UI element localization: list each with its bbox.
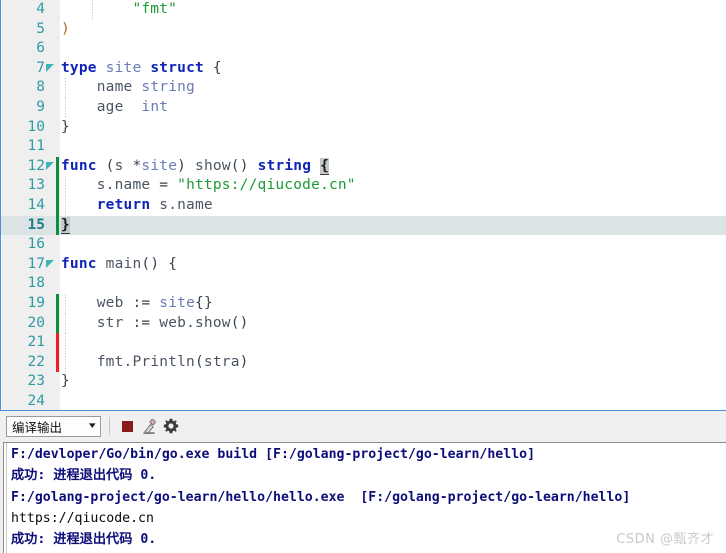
line-number: 7 [36, 59, 45, 76]
code-lines: 4 "fmt" 5 ) 6 7 type site struct {8 nam… [1, 0, 726, 410]
code-fold-triangle-icon[interactable] [46, 161, 54, 170]
code-line-text: type site struct { [61, 59, 222, 76]
code-line[interactable]: 17 func main() { [1, 255, 726, 275]
line-number: 5 [36, 20, 45, 37]
code-line[interactable]: 20 str := web.show() [1, 313, 726, 334]
code-line-text: } [61, 216, 70, 234]
vcs-change-marker-added[interactable] [56, 176, 59, 196]
eraser-icon [143, 418, 156, 434]
line-number: 22 [27, 353, 45, 370]
line-number: 13 [27, 177, 45, 194]
code-line[interactable]: 5 ) [1, 20, 726, 40]
line-number: 4 [36, 1, 45, 17]
code-line-text: str := web.show() [96, 314, 249, 331]
indent-guide [65, 333, 66, 353]
console-line: 成功: 进程退出代码 0. [11, 468, 157, 484]
vcs-change-marker-added[interactable] [56, 195, 59, 216]
code-editor-panel[interactable]: 4 "fmt" 5 ) 6 7 type site struct {8 nam… [0, 0, 726, 411]
line-number: 8 [36, 79, 45, 96]
code-line-text: "fmt" [61, 1, 178, 17]
vcs-change-marker-added[interactable] [56, 156, 59, 177]
code-line-text: fmt.Println(stra) [96, 353, 249, 370]
line-number: 11 [27, 138, 45, 155]
code-line-text: name string [96, 79, 195, 96]
line-number: 19 [27, 294, 45, 311]
code-line[interactable]: 19 web := site{} [1, 293, 726, 314]
code-line[interactable]: 7 type site struct { [1, 59, 726, 79]
line-number: 9 [36, 98, 45, 115]
settings-button[interactable] [160, 415, 182, 437]
code-fold-triangle-icon[interactable] [46, 259, 54, 268]
code-line[interactable]: 9 age int [1, 97, 726, 118]
code-line-text: } [61, 118, 70, 135]
line-number: 14 [27, 196, 45, 213]
console-line: https://qiucode.cn [11, 510, 154, 526]
line-number: 10 [27, 118, 45, 135]
line-number: 24 [27, 392, 45, 409]
code-line-text: age int [96, 98, 169, 115]
console-line: F:/devloper/Go/bin/go.exe build [F:/gola… [11, 447, 536, 462]
code-line[interactable]: 14 return s.name [1, 195, 726, 216]
clear-button[interactable] [138, 415, 160, 437]
line-number: 15 [27, 216, 45, 233]
line-number: 16 [27, 236, 45, 253]
code-fold-triangle-icon[interactable] [46, 63, 54, 72]
code-line[interactable]: 8 name string [1, 78, 726, 98]
code-line-text: func main() { [61, 255, 178, 272]
output-toolbar: 编译输出 ▾ [0, 411, 726, 441]
output-source-value: 编译输出 [12, 419, 63, 435]
line-number: 17 [27, 255, 45, 272]
code-line[interactable]: 24 [1, 392, 726, 410]
code-line[interactable]: 10 } [1, 118, 726, 138]
output-panel: 编译输出 ▾ F:/devloper/Go/bin/go.exe build [… [0, 411, 726, 553]
console-line: 成功: 进程退出代码 0. [11, 532, 157, 548]
line-number: 21 [27, 334, 45, 351]
console-output[interactable]: F:/devloper/Go/bin/go.exe build [F:/gola… [3, 442, 726, 553]
vcs-change-marker-modified[interactable] [56, 352, 59, 373]
line-number: 6 [36, 40, 45, 57]
code-line[interactable]: 4 "fmt" [1, 0, 726, 20]
code-line-text: s.name = "https://qiucode.cn" [96, 177, 356, 194]
chevron-down-icon: ▾ [89, 421, 97, 431]
code-line[interactable]: 21 [1, 333, 726, 353]
code-line-text: func (s *site) show() string { [61, 157, 330, 175]
code-line[interactable]: 13 s.name = "https://qiucode.cn" [1, 176, 726, 196]
code-line[interactable]: 6 [1, 39, 726, 59]
line-number: 23 [27, 373, 45, 390]
code-line[interactable]: 22 fmt.Println(stra) [1, 352, 726, 373]
code-line[interactable]: 11 [1, 137, 726, 157]
output-source-select[interactable]: 编译输出 ▾ [6, 415, 101, 437]
code-line-text: return s.name [96, 196, 213, 213]
code-line-text: ) [61, 20, 70, 37]
code-line-text: web := site{} [96, 294, 213, 311]
code-line[interactable]: 12 func (s *site) show() string { [1, 156, 726, 177]
code-line[interactable]: 18 [1, 274, 726, 294]
vcs-change-marker-modified[interactable] [56, 333, 59, 353]
code-line-current[interactable]: 15 } [1, 215, 726, 236]
code-line-text: } [61, 373, 70, 390]
vcs-change-marker-added[interactable] [56, 215, 59, 236]
vcs-change-marker-added[interactable] [56, 313, 59, 334]
line-number: 20 [27, 314, 45, 331]
vcs-change-marker-added[interactable] [56, 293, 59, 314]
gear-icon [163, 418, 179, 434]
code-area[interactable]: 4 "fmt" 5 ) 6 7 type site struct {8 nam… [1, 0, 726, 410]
toolbar-separator [109, 417, 110, 435]
code-line[interactable]: 16 [1, 235, 726, 255]
console-line: F:/golang-project/go-learn/hello/hello.e… [11, 489, 631, 505]
line-number: 12 [27, 157, 45, 174]
stop-square-icon [121, 420, 133, 432]
code-line[interactable]: 23 } [1, 372, 726, 392]
line-number: 18 [27, 275, 45, 292]
stop-button[interactable] [116, 415, 138, 437]
